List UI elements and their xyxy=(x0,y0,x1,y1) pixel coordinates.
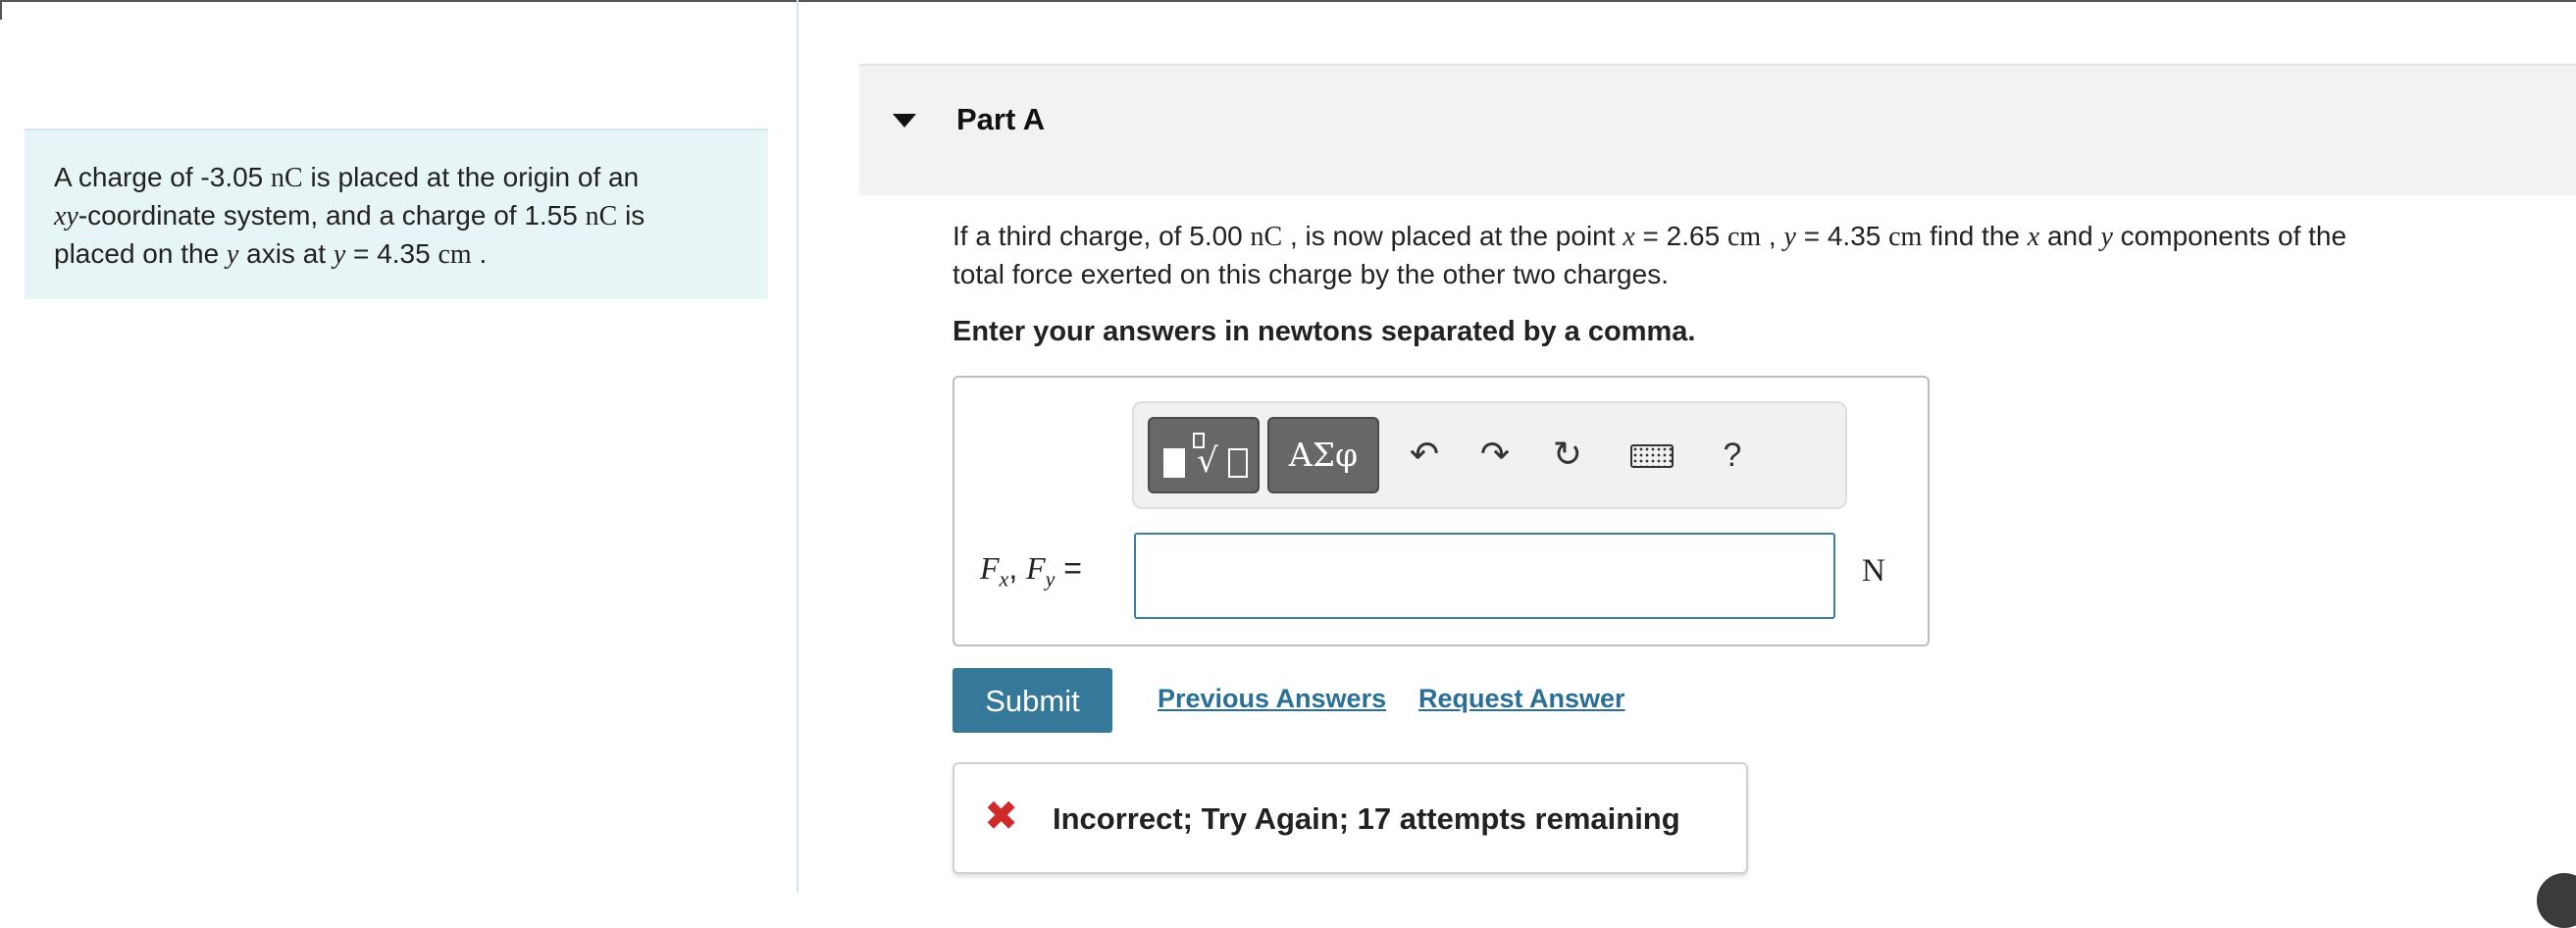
answer-box: √ ΑΣφ ↶ ↷ ↻ ? Fx, Fy = N xyxy=(953,376,1930,646)
math-toolbar: √ ΑΣφ ↶ ↷ ↻ ? xyxy=(1132,401,1847,509)
submit-button[interactable]: Submit xyxy=(953,668,1112,733)
previous-answers-link[interactable]: Previous Answers xyxy=(1158,684,1386,714)
answer-input[interactable] xyxy=(1134,533,1835,619)
window-left-border xyxy=(0,0,2,20)
help-bubble-icon[interactable] xyxy=(2537,873,2576,928)
answer-label: Fx, Fy = xyxy=(980,550,1082,592)
intro-line-1: A charge of -3.05 nC is placed at the or… xyxy=(54,162,640,193)
part-title: Part A xyxy=(956,102,1046,136)
template-button[interactable]: √ xyxy=(1148,417,1260,493)
reset-icon[interactable]: ↻ xyxy=(1538,417,1597,493)
caret-down-icon[interactable] xyxy=(893,114,916,128)
answer-instructions: Enter your answers in newtons separated … xyxy=(953,316,1696,347)
keyboard-icon[interactable] xyxy=(1623,417,1681,493)
help-button[interactable]: ? xyxy=(1703,417,1762,493)
question-line-1: If a third charge, of 5.00 nC , is now p… xyxy=(953,221,2347,252)
undo-icon[interactable]: ↶ xyxy=(1395,417,1454,493)
feedback-message: ✖ Incorrect; Try Again; 17 attempts rema… xyxy=(953,762,1748,874)
window-top-border xyxy=(0,0,2576,2)
feedback-text: Incorrect; Try Again; 17 attempts remain… xyxy=(1053,801,1680,836)
problem-intro-panel: A charge of -3.05 nC is placed at the or… xyxy=(25,129,768,299)
part-a-header[interactable]: Part A xyxy=(859,64,2576,195)
intro-line-3: placed on the y axis at y = 4.35 cm . xyxy=(54,238,488,270)
request-answer-link[interactable]: Request Answer xyxy=(1418,684,1625,714)
greek-symbols-button[interactable]: ΑΣφ xyxy=(1267,417,1379,493)
question-line-2: total force exerted on this charge by th… xyxy=(953,259,1669,289)
question-text: If a third charge, of 5.00 nC , is now p… xyxy=(953,218,2542,293)
answer-unit: N xyxy=(1862,553,1885,589)
intro-line-2: xy-coordinate system, and a charge of 1.… xyxy=(54,200,645,232)
x-mark-icon: ✖ xyxy=(984,792,1019,840)
panel-divider xyxy=(797,0,799,893)
redo-icon[interactable]: ↷ xyxy=(1466,417,1524,493)
